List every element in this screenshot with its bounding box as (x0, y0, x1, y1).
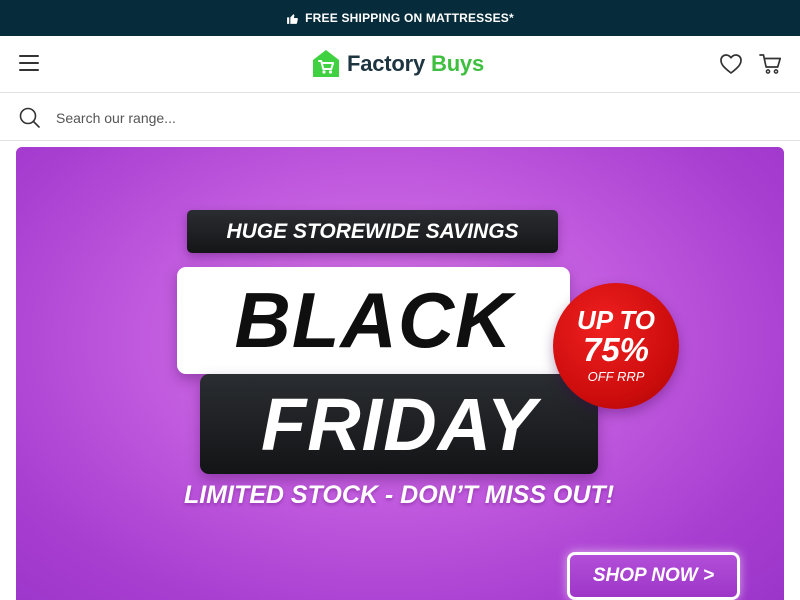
discount-off-rrp: OFF RRP (587, 369, 645, 384)
site-logo[interactable]: Factory Buys (312, 48, 484, 80)
shop-now-button[interactable]: SHOP NOW > (567, 552, 740, 600)
black-friday-banner[interactable]: HUGE STOREWIDE SAVINGS BLACK FRIDAY UP T… (16, 147, 784, 600)
heart-icon[interactable] (719, 53, 743, 75)
discount-percent: 75% (582, 331, 650, 368)
logo-word-buys: Buys (431, 51, 484, 76)
site-header: Factory Buys (0, 36, 800, 93)
logo-text: Factory Buys (347, 51, 484, 77)
cart-icon[interactable] (759, 53, 783, 75)
banner-headline-friday: FRIDAY (200, 374, 598, 474)
announcement-text: FREE SHIPPING ON MATTRESSES* (305, 11, 514, 25)
search-icon[interactable] (19, 107, 40, 128)
banner-subheading: LIMITED STOCK - DON’T MISS OUT! (183, 481, 615, 509)
discount-badge: UP TO 75% OFF RRP (553, 283, 679, 409)
banner-headline-black: BLACK (177, 267, 570, 374)
hamburger-menu-icon[interactable] (19, 55, 39, 73)
banner-tagline: HUGE STOREWIDE SAVINGS (187, 210, 558, 253)
search-bar (0, 94, 800, 141)
thumbs-up-icon (286, 12, 299, 25)
search-input[interactable] (56, 104, 756, 131)
shopping-cart-house-icon (312, 49, 340, 79)
logo-word-factory: Factory (347, 51, 426, 76)
announcement-bar: FREE SHIPPING ON MATTRESSES* (0, 0, 800, 36)
